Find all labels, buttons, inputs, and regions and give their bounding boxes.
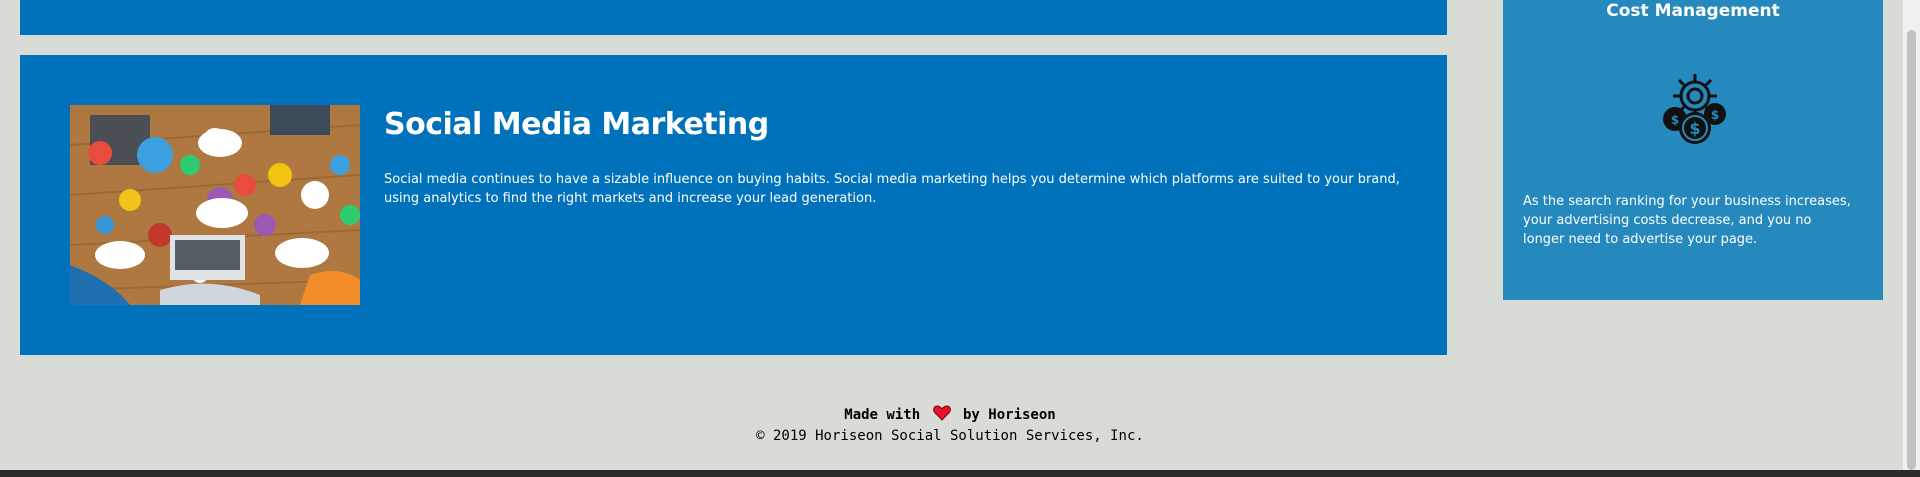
svg-text:$: $ (1711, 108, 1719, 122)
service-card-title: Social Media Marketing (384, 107, 769, 142)
copyright: © 2019 Horiseon Social Solution Services… (756, 428, 1144, 444)
cost-management-icon: $ $ $ (1653, 64, 1737, 148)
footer: Made with by Horiseon © 2019 Horiseon So… (0, 405, 1900, 446)
benefit-cost-management: Cost Management $ $ $ As the search rank… (1503, 0, 1883, 300)
social-media-image (70, 105, 360, 305)
vertical-scrollbar[interactable] (1903, 0, 1920, 470)
scrollbar-thumb[interactable] (1907, 30, 1916, 470)
heart-icon (932, 405, 951, 427)
page: Social Media Marketing Social media cont… (0, 0, 1920, 477)
window-bottom-edge (0, 470, 1920, 477)
made-with-line: Made with by Horiseon (0, 405, 1900, 427)
made-by-label: by Horiseon (963, 407, 1056, 423)
svg-text:$: $ (1671, 113, 1679, 127)
service-card-description: Social media continues to have a sizable… (384, 172, 1400, 206)
benefit-text: As the search ranking for your business … (1523, 194, 1851, 247)
service-card-previous (20, 0, 1447, 35)
benefit-title: Cost Management (1606, 1, 1780, 21)
svg-text:$: $ (1689, 119, 1700, 138)
service-card-social-media: Social Media Marketing Social media cont… (20, 55, 1447, 355)
made-with-label: Made with (844, 407, 921, 423)
